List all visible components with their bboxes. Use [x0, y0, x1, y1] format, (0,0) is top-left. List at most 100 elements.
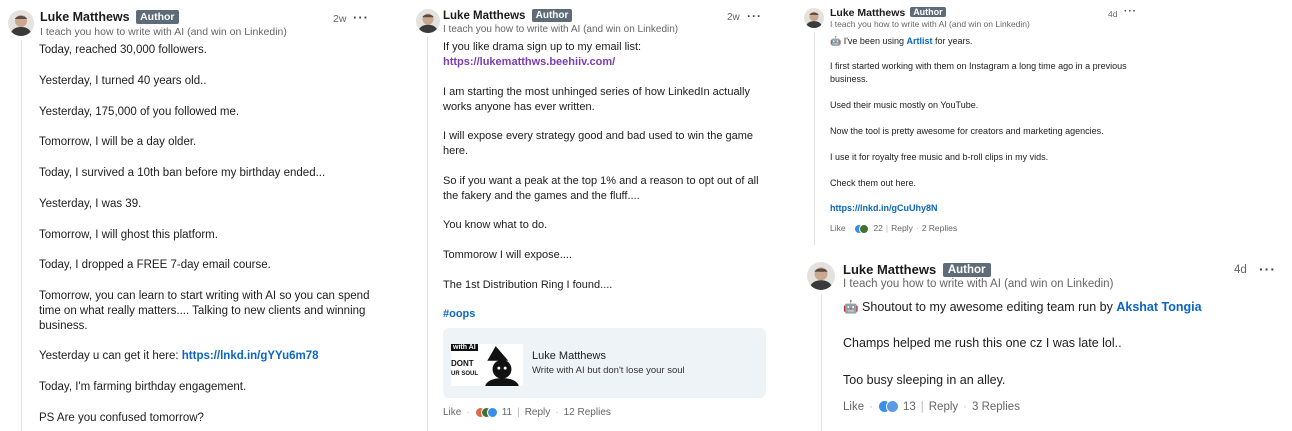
avatar[interactable]: [804, 8, 824, 28]
comment-timestamp: 2w: [727, 12, 740, 23]
thumbnail-text-mid: DONT: [451, 359, 474, 368]
comment-text: Yesterday u can get it here:: [39, 350, 182, 362]
comment-text-line-with-link: 🤖 Shoutout to my awesome editing team ru…: [843, 300, 1202, 315]
comment-text-line: You know what to do.: [443, 219, 548, 231]
more-options-icon[interactable]: ···: [1124, 6, 1137, 17]
thread-line: [814, 32, 815, 245]
artlist-link[interactable]: https://lnkd.in/gCuUhy8N: [830, 203, 938, 213]
like-button[interactable]: Like: [843, 401, 864, 413]
comment-text-line: PS Are you confused tomorrow?: [39, 412, 204, 424]
comment-text-line: Yesterday, I was 39.: [39, 198, 142, 210]
wizard-illustration-icon: [485, 346, 519, 386]
comment-text-line: Used their music mostly on YouTube.: [830, 100, 979, 110]
author-name[interactable]: Luke Matthews Author: [843, 262, 991, 277]
more-options-icon[interactable]: ···: [747, 9, 762, 23]
reactions-icon[interactable]: [854, 224, 870, 236]
thread-line: [427, 37, 428, 431]
link-preview-subtitle: Write with AI but don't lose your soul: [532, 365, 685, 376]
comment-text-line: Today, I'm farming birthday engagement.: [39, 381, 247, 393]
reaction-count[interactable]: 11: [502, 407, 512, 418]
comment-text-line: Yesterday, I turned 40 years old..: [39, 75, 207, 87]
more-options-icon[interactable]: ···: [353, 10, 369, 25]
reply-button[interactable]: Reply: [525, 407, 551, 418]
author-name-text[interactable]: Luke Matthews: [443, 10, 525, 22]
support-reaction-icon: [885, 400, 899, 413]
avatar-image: [417, 13, 439, 33]
action-separator: ·: [555, 407, 559, 418]
more-options-icon[interactable]: ···: [1259, 261, 1276, 277]
avatar[interactable]: [416, 9, 440, 33]
comment-text: for years.: [932, 36, 973, 46]
like-button[interactable]: Like: [443, 407, 461, 418]
author-name-text[interactable]: Luke Matthews: [843, 262, 936, 277]
artlist-mention-link[interactable]: Artlist: [906, 36, 932, 46]
author-name-text[interactable]: Luke Matthews: [830, 7, 905, 19]
comment-text-line: Tomorrow, I will ghost this platform.: [39, 229, 218, 241]
comment-text-line: The 1st Distribution Ring I found....: [443, 279, 613, 291]
reactions-icon[interactable]: [474, 407, 498, 421]
link-preview-title[interactable]: Luke Matthews: [532, 350, 606, 362]
thread-line: [21, 40, 22, 431]
reply-button[interactable]: Reply: [929, 401, 958, 413]
comment-timestamp: 4d: [1234, 264, 1247, 276]
author-badge: Author: [910, 7, 946, 17]
link-preview-card[interactable]: with AI DONT UR SOUL Luke Matthews Write…: [443, 328, 766, 398]
action-separator: ·: [869, 401, 873, 413]
action-separator: |: [920, 401, 924, 413]
comment-text: 🤖 Shoutout to my awesome editing team ru…: [843, 300, 1117, 314]
action-separator: ·: [466, 407, 470, 418]
comment-panel-3: Luke Matthews Author I teach you how to …: [790, 0, 1150, 245]
author-headline: I teach you how to write with AI (and wi…: [830, 19, 1030, 29]
author-name-text[interactable]: Luke Matthews: [40, 10, 130, 24]
comment-text-line: Check them out here.: [830, 178, 917, 188]
author-name[interactable]: Luke Matthews Author: [830, 7, 946, 19]
comment-text-line: Today, I survived a 10th ban before my b…: [39, 167, 326, 179]
replies-count[interactable]: 3 Replies: [972, 401, 1020, 413]
like-button[interactable]: Like: [830, 223, 846, 233]
comment-text-line: business.: [830, 74, 869, 84]
thumbnail-text-bottom: UR SOUL: [451, 371, 478, 377]
author-headline: I teach you how to write with AI (and wi…: [40, 26, 287, 38]
comment-actions-bar: Like · 11 | Reply · 12 Replies: [443, 407, 611, 421]
reaction-count[interactable]: 13: [903, 401, 916, 413]
comment-text: 🤖 I've been using: [830, 36, 907, 46]
comment-text-line: Tommorow I will expose....: [443, 249, 572, 261]
support-reaction-icon: [486, 407, 498, 418]
comment-text-line: I use it for royalty free music and b-ro…: [830, 152, 1049, 162]
comment-text-line: here.: [443, 145, 469, 157]
action-separator: ·: [848, 223, 852, 233]
email-list-link[interactable]: https://lukematthws.beehiiv.com/: [443, 56, 615, 68]
reply-button[interactable]: Reply: [891, 223, 913, 233]
comment-text-line: Yesterday, 175,000 of you followed me.: [39, 106, 240, 118]
comment-text-line: Today, I dropped a FREE 7-day email cour…: [39, 259, 271, 271]
thumbnail-text-top: with AI: [451, 344, 478, 351]
comment-text-line: Tomorrow, you can learn to start writing…: [39, 290, 370, 302]
author-name[interactable]: Luke Matthews Author: [443, 9, 573, 22]
akshat-tongia-mention-link[interactable]: Akshat Tongia: [1116, 300, 1201, 314]
comment-panel-1: Luke Matthews Author I teach you how to …: [0, 0, 420, 431]
comment-text-line: works anyone has ever written.: [443, 101, 595, 113]
comment-text-line: If you like drama sign up to my email li…: [443, 41, 642, 53]
comment-timestamp: 4d: [1108, 9, 1118, 19]
comment-text-line: the fakery and the games and the fluff..…: [443, 190, 640, 202]
author-badge: Author: [942, 263, 991, 277]
author-badge: Author: [531, 9, 573, 22]
comment-text-line: Now the tool is pretty awesome for creat…: [830, 126, 1104, 136]
comment-actions-bar: Like · 13 | Reply · 3 Replies: [843, 400, 1020, 416]
comment-text-line: I will expose every strategy good and ba…: [443, 130, 754, 142]
comment-text-line: Champs helped me rush this one cz I was …: [843, 336, 1122, 350]
comment-text-line: time on what really matters.... Talking …: [39, 305, 366, 317]
avatar-image: [10, 15, 32, 36]
avatar-image: [805, 11, 823, 28]
reactions-icon[interactable]: [877, 400, 899, 416]
avatar[interactable]: [807, 262, 835, 290]
reaction-count[interactable]: 22: [873, 223, 882, 233]
avatar[interactable]: [8, 10, 34, 36]
action-separator: |: [885, 223, 889, 233]
course-link[interactable]: https://lnkd.in/gYYu6m78: [182, 350, 319, 362]
hashtag-link[interactable]: #oops: [443, 308, 475, 320]
author-name[interactable]: Luke Matthews Author: [40, 10, 179, 24]
replies-count[interactable]: 12 Replies: [564, 407, 611, 418]
replies-count[interactable]: 2 Replies: [922, 223, 957, 233]
celebrate-reaction-icon: [859, 224, 870, 234]
